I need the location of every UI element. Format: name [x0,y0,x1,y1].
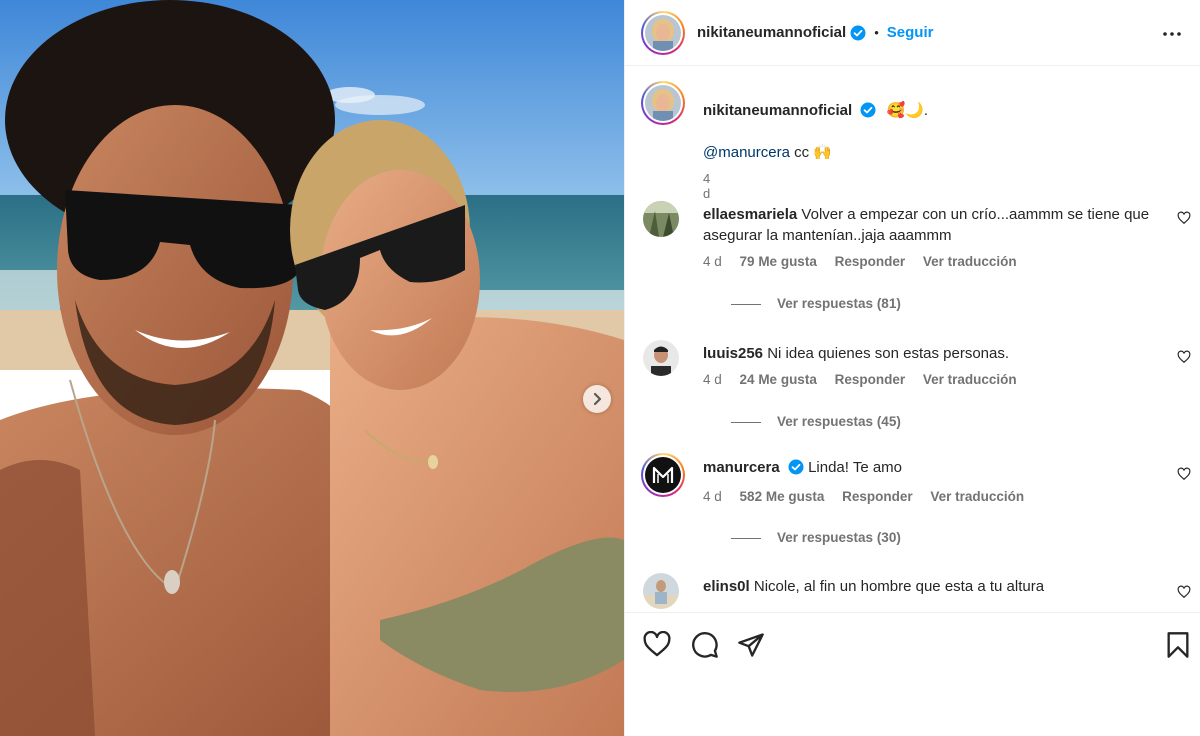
post-side-panel: nikitaneumannoficial • Seguir nikitaneum… [624,0,1200,736]
comment-text: ellaesmariela Volver a empezar con un cr… [703,204,1158,246]
mention-suffix: cc 🙌 [789,144,832,161]
view-replies-label: Ver respuestas (81) [777,296,901,311]
heart-icon[interactable] [1177,350,1191,364]
caption-line: nikitaneumannoficial 🥰🌙. [703,101,928,119]
reply-button[interactable]: Responder [835,254,906,269]
comment-likes[interactable]: 79 Me gusta [740,254,817,269]
translate-button[interactable]: Ver traducción [923,254,1017,269]
comment-time[interactable]: 4 d [703,254,722,269]
comments-section[interactable]: nikitaneumannoficial 🥰🌙. @manurcera cc 🙌… [625,67,1200,612]
comment-meta: 4 d 24 Me gusta Responder Ver traducción [703,372,1031,387]
bookmark-icon[interactable] [1166,631,1190,659]
comment-body: Linda! Te amo [808,459,903,476]
commenter-avatar[interactable] [643,573,679,609]
commenter-username[interactable]: manurcera [703,459,780,476]
heart-icon[interactable] [643,631,671,657]
translate-button[interactable]: Ver traducción [923,372,1017,387]
comment-likes[interactable]: 582 Me gusta [740,489,825,504]
verified-badge-icon [850,25,866,40]
comment-meta: 4 d 79 Me gusta Responder Ver traducción [703,254,1031,269]
comment-text: luuis256 Ni idea quienes son estas perso… [703,343,1158,364]
commenter-avatar[interactable] [641,453,685,497]
next-image-button[interactable] [583,385,611,413]
separator-dot: • [874,25,879,40]
follow-button[interactable]: Seguir [887,24,934,41]
reply-button[interactable]: Responder [835,372,906,387]
heart-icon[interactable] [1177,211,1191,225]
view-replies-button[interactable]: Ver respuestas (45) [731,414,901,429]
more-options-icon[interactable] [1160,22,1184,46]
comment-time[interactable]: 4 d [703,372,722,387]
caption-text: 🥰🌙. [886,102,929,119]
verified-badge-icon [788,459,804,475]
post-actions-bar [625,612,1200,676]
commenter-username[interactable]: luuis256 [703,345,763,362]
commenter-username[interactable]: elins0l [703,578,750,595]
commenter-avatar[interactable] [643,340,679,376]
caption-username[interactable]: nikitaneumannoficial [703,102,852,119]
author-username[interactable]: nikitaneumannoficial [697,24,846,41]
comment-body: Nicole, al fin un hombre que esta a tu a… [753,578,1045,595]
view-replies-button[interactable]: Ver respuestas (30) [731,530,901,545]
comment-icon[interactable] [691,631,719,659]
commenter-username[interactable]: ellaesmariela [703,206,797,223]
view-replies-label: Ver respuestas (45) [777,414,901,429]
translate-button[interactable]: Ver traducción [930,489,1024,504]
caption-time[interactable]: 4 d [703,171,710,201]
view-replies-button[interactable]: Ver respuestas (81) [731,296,901,311]
post-photo [0,0,624,736]
post-header: nikitaneumannoficial • Seguir [625,0,1200,66]
caption-author-avatar[interactable] [641,81,685,125]
comment-body: Ni idea quienes son estas personas. [767,345,1010,362]
reply-button[interactable]: Responder [842,489,913,504]
caption-mention-line: @manurcera cc 🙌 [703,143,832,161]
mention-link[interactable]: @manurcera [703,144,790,161]
comment-likes[interactable]: 24 Me gusta [740,372,817,387]
verified-badge-icon [860,102,876,118]
commenter-avatar[interactable] [643,201,679,237]
heart-icon[interactable] [1177,585,1191,599]
view-replies-label: Ver respuestas (30) [777,530,901,545]
comment-text: manurcera Linda! Te amo [703,457,1158,478]
beach-selfie-image [0,0,624,736]
heart-icon[interactable] [1177,467,1191,481]
comment-time[interactable]: 4 d [703,489,722,504]
chevron-right-icon [593,392,602,406]
comment-text: elins0l Nicole, al fin un hombre que est… [703,576,1158,597]
share-icon[interactable] [737,631,765,659]
comment-meta: 4 d 582 Me gusta Responder Ver traducció… [703,489,1038,504]
author-avatar[interactable] [641,10,685,55]
